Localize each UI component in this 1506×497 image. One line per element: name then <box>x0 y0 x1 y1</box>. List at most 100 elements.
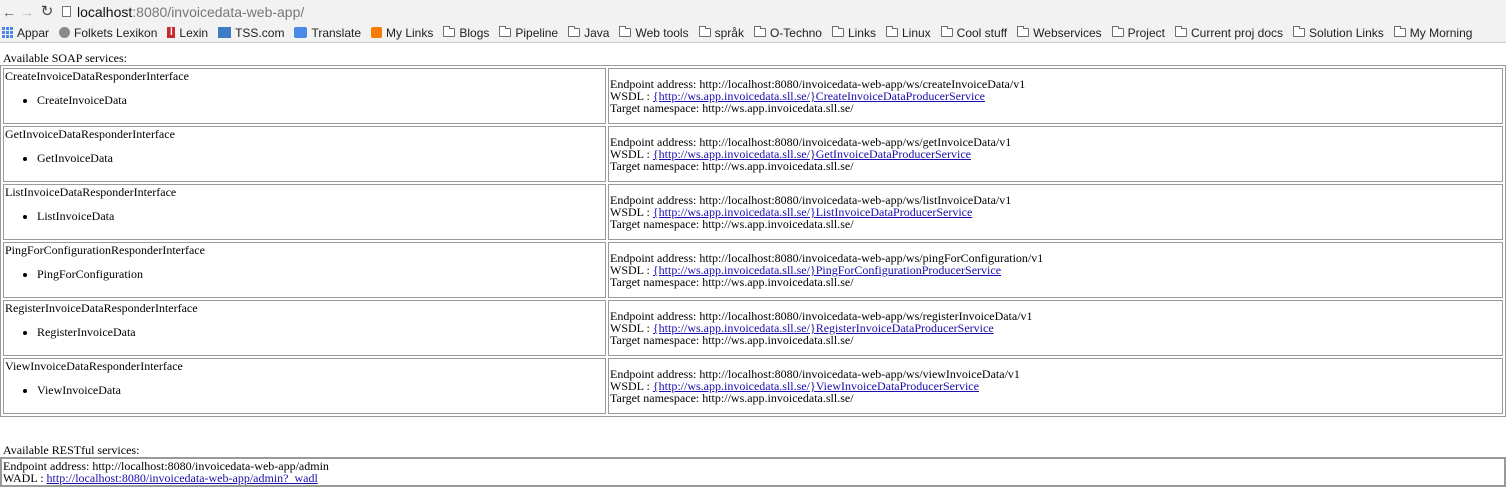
interface-name: ListInvoiceDataResponderInterface <box>5 185 177 199</box>
bookmark-item[interactable]: My Links <box>371 26 433 40</box>
soap-service-row: PingForConfigurationResponderInterface Pi… <box>3 242 1503 298</box>
bookmark-item[interactable]: Links <box>831 25 876 40</box>
bookmark-item[interactable]: Linux <box>885 26 931 40</box>
bookmark-item[interactable]: Current proj docs <box>1174 25 1284 40</box>
endpoint-cell: Endpoint address: http://localhost:8080/… <box>608 126 1503 182</box>
endpoint-cell: Endpoint address: http://localhost:8080/… <box>608 184 1503 240</box>
translate-icon <box>294 27 308 38</box>
lexin-icon: l <box>167 27 176 38</box>
bookmark-label: O-Techno <box>769 25 822 40</box>
blogger-icon <box>371 27 383 38</box>
soap-service-row: ViewInvoiceDataResponderInterface ViewInv… <box>3 358 1503 414</box>
target-namespace: Target namespace: http://ws.app.invoiced… <box>610 101 854 115</box>
reload-icon[interactable]: ↻ <box>36 3 58 21</box>
bookmark-item[interactable]: Project <box>1111 25 1165 40</box>
bookmark-item[interactable]: O-Techno <box>753 25 822 40</box>
bookmark-label: TSS.com <box>235 25 285 40</box>
bookmark-label: Solution Links <box>1309 25 1384 40</box>
operation-list: ViewInvoiceData <box>5 384 604 396</box>
bookmark-label: Folkets Lexikon <box>74 25 158 40</box>
folder-icon <box>831 26 844 37</box>
interface-cell: CreateInvoiceDataResponderInterface Creat… <box>3 68 606 124</box>
bookmark-label: Lexin <box>179 25 209 40</box>
folder-icon <box>1174 26 1187 37</box>
url-text[interactable]: localhost:8080/invoicedata-web-app/ <box>77 4 304 20</box>
folder-icon <box>1393 26 1406 37</box>
bookmark-item[interactable]: Translate <box>294 26 361 40</box>
back-arrow-icon[interactable]: ← <box>0 3 18 21</box>
apps-grid-icon <box>2 27 13 38</box>
bookmark-item[interactable]: Appar <box>2 26 49 40</box>
bookmarks-bar: Appar Folkets Lexikon l Lexin TSS.com Transla… <box>0 23 1506 43</box>
target-namespace: Target namespace: http://ws.app.invoiced… <box>610 391 854 405</box>
interface-name: ViewInvoiceDataResponderInterface <box>5 359 183 373</box>
operation-item: ListInvoiceData <box>37 210 604 222</box>
bookmark-item[interactable]: Pipeline <box>499 26 558 40</box>
bookmark-label: Appar <box>17 25 50 40</box>
bookmark-item[interactable]: Blogs <box>443 26 489 40</box>
interface-cell: ViewInvoiceDataResponderInterface ViewInv… <box>3 358 606 414</box>
bookmark-item[interactable]: My Morning <box>1393 25 1473 40</box>
bookmark-label: Webservices <box>1033 25 1102 40</box>
endpoint-cell: Endpoint address: http://localhost:8080/… <box>608 68 1503 124</box>
interface-cell: PingForConfigurationResponderInterface Pi… <box>3 242 606 298</box>
folder-icon <box>443 26 456 37</box>
operation-item: RegisterInvoiceData <box>37 326 604 338</box>
rest-endpoint-cell: Endpoint address: http://localhost:8080/… <box>1 458 1505 486</box>
bookmark-item[interactable]: Cool stuff <box>940 26 1007 40</box>
bookmark-label: Java <box>584 25 610 40</box>
operation-list: PingForConfiguration <box>5 268 604 280</box>
bookmark-label: Blogs <box>459 25 490 40</box>
bookmark-item[interactable]: Web tools <box>619 25 689 40</box>
rest-wadl-line: WADL : http://localhost:8080/invoicedata… <box>3 472 1503 484</box>
target-namespace: Target namespace: http://ws.app.invoiced… <box>610 159 854 173</box>
bookmark-label: Current proj docs <box>1190 25 1284 40</box>
folder-icon <box>885 26 898 37</box>
soap-service-row: CreateInvoiceDataResponderInterface Creat… <box>3 68 1503 124</box>
soap-service-row: GetInvoiceDataResponderInterface GetInvoi… <box>3 126 1503 182</box>
url-field[interactable]: localhost:8080/invoicedata-web-app/ <box>62 2 304 22</box>
bookmark-label: My Links <box>386 25 434 40</box>
wadl-link[interactable]: http://localhost:8080/invoicedata-web-ap… <box>47 471 318 485</box>
target-namespace: Target namespace: http://ws.app.invoiced… <box>610 217 854 231</box>
operation-item: ViewInvoiceData <box>37 384 604 396</box>
operation-list: GetInvoiceData <box>5 152 604 164</box>
endpoint-cell: Endpoint address: http://localhost:8080/… <box>608 358 1503 414</box>
bookmark-label: Web tools <box>635 25 689 40</box>
operation-list: ListInvoiceData <box>5 210 604 222</box>
bookmark-item[interactable]: Solution Links <box>1293 26 1384 40</box>
endpoint-cell: Endpoint address: http://localhost:8080/… <box>608 300 1503 356</box>
folder-icon <box>1111 26 1124 37</box>
bookmark-item[interactable]: TSS.com <box>218 26 284 40</box>
bookmark-item[interactable]: Java <box>568 26 609 40</box>
folder-icon <box>1293 26 1306 37</box>
bookmark-item[interactable]: Folkets Lexikon <box>59 26 157 40</box>
bookmark-label: Project <box>1127 25 1165 40</box>
folder-icon <box>940 26 953 37</box>
folder-icon <box>1017 26 1030 37</box>
bookmark-label: My Morning <box>1409 25 1473 40</box>
bookmark-item[interactable]: språk <box>698 26 744 40</box>
soap-service-row: ListInvoiceDataResponderInterface ListInv… <box>3 184 1503 240</box>
operation-item: PingForConfiguration <box>37 268 604 280</box>
folder-icon <box>698 26 711 37</box>
page-content: Available SOAP services: CreateInvoiceDa… <box>0 51 1506 487</box>
rest-services-table: Endpoint address: http://localhost:8080/… <box>0 457 1506 487</box>
target-namespace: Target namespace: http://ws.app.invoiced… <box>610 275 854 289</box>
soap-service-row: RegisterInvoiceDataResponderInterface Reg… <box>3 300 1503 356</box>
interface-name: PingForConfigurationResponderInterface <box>5 243 205 257</box>
bookmark-label: Links <box>847 25 876 40</box>
bookmark-label: Translate <box>311 25 362 40</box>
operation-list: CreateInvoiceData <box>5 94 604 106</box>
interface-name: RegisterInvoiceDataResponderInterface <box>5 301 198 315</box>
soap-section-title: Available SOAP services: <box>3 51 127 65</box>
interface-cell: ListInvoiceDataResponderInterface ListInv… <box>3 184 606 240</box>
bookmark-item[interactable]: Webservices <box>1017 25 1102 40</box>
bookmark-item[interactable]: l Lexin <box>167 26 208 40</box>
bookmark-label: Pipeline <box>515 25 559 40</box>
wadl-label: WADL : <box>3 471 44 485</box>
rest-section-title: Available RESTful services: <box>3 443 140 457</box>
forward-arrow-icon[interactable]: → <box>18 3 36 21</box>
operation-item: CreateInvoiceData <box>37 94 604 106</box>
target-namespace: Target namespace: http://ws.app.invoiced… <box>610 333 854 347</box>
